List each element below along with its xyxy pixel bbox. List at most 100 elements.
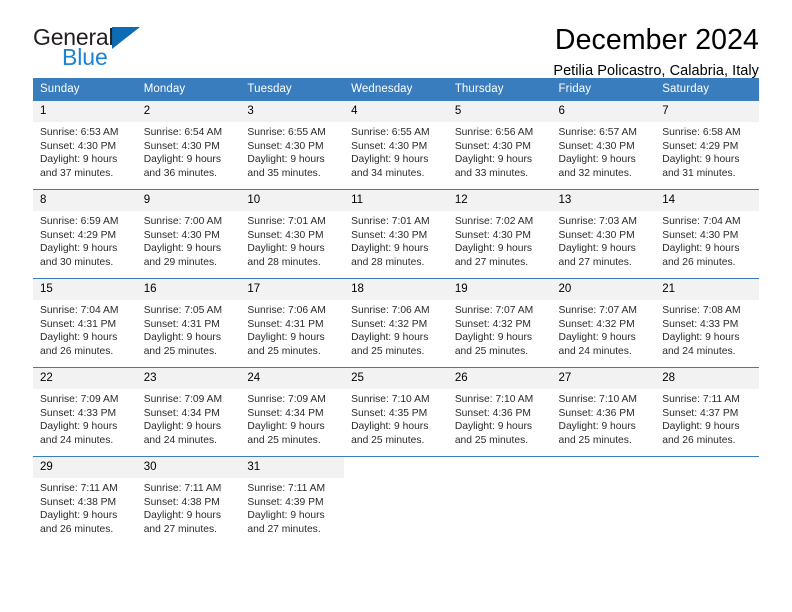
table-row: 22 Sunrise: 7:09 AM Sunset: 4:33 PM Dayli… [33,367,759,457]
day-number: 15 [33,279,137,300]
sunrise-sunset-calendar-table: Sunday Monday Tuesday Wednesday Thursday… [33,78,759,546]
day-number: 14 [655,190,759,211]
day-sun-info: Sunrise: 7:10 AM Sunset: 4:36 PM Dayligh… [558,394,637,446]
day-cell[interactable]: 21 Sunrise: 7:08 AM Sunset: 4:33 PM Dayli… [655,278,759,368]
day-cell[interactable]: 11 Sunrise: 7:01 AM Sunset: 4:30 PM Dayli… [344,189,448,279]
day-cell[interactable]: 9 Sunrise: 7:00 AM Sunset: 4:30 PM Daylig… [136,189,241,279]
day-cell[interactable]: 23 Sunrise: 7:09 AM Sunset: 4:34 PM Dayli… [136,367,241,457]
calendar-header-row: Sunday Monday Tuesday Wednesday Thursday… [33,78,759,101]
day-cell[interactable]: 19 Sunrise: 7:07 AM Sunset: 4:32 PM Dayli… [447,278,552,368]
day-sun-info: Sunrise: 7:06 AM Sunset: 4:32 PM Dayligh… [351,305,430,357]
day-number: 13 [551,190,656,211]
day-number: 16 [136,279,241,300]
day-cell[interactable]: 30 Sunrise: 7:11 AM Sunset: 4:38 PM Dayli… [136,456,241,546]
day-number: 30 [136,457,241,478]
day-cell[interactable]: 14 Sunrise: 7:04 AM Sunset: 4:30 PM Dayli… [655,189,759,279]
day-number: 28 [655,368,759,389]
day-cell[interactable]: 6 Sunrise: 6:57 AM Sunset: 4:30 PM Daylig… [551,100,656,190]
weekday-header-thursday: Thursday [447,78,552,101]
day-number [655,457,759,478]
day-number: 10 [240,190,345,211]
day-cell[interactable]: 12 Sunrise: 7:02 AM Sunset: 4:30 PM Dayli… [447,189,552,279]
day-number: 12 [447,190,552,211]
day-sun-info: Sunrise: 7:10 AM Sunset: 4:36 PM Dayligh… [454,394,534,446]
day-cell[interactable]: 31 Sunrise: 7:11 AM Sunset: 4:39 PM Dayli… [240,456,345,546]
day-sun-info: Sunrise: 6:54 AM Sunset: 4:30 PM Dayligh… [143,127,223,179]
day-number: 19 [447,279,552,300]
day-number: 24 [240,368,345,389]
day-cell[interactable]: 8 Sunrise: 6:59 AM Sunset: 4:29 PM Daylig… [33,189,137,279]
day-number: 4 [344,101,448,122]
day-cell[interactable]: 13 Sunrise: 7:03 AM Sunset: 4:30 PM Dayli… [551,189,656,279]
logo-flag-icon [112,27,141,49]
day-number: 9 [136,190,241,211]
calendar-page: General Blue December 2024 Petilia Polic… [0,0,792,612]
day-sun-info: Sunrise: 7:11 AM Sunset: 4:39 PM Dayligh… [247,483,326,535]
day-cell[interactable]: 3 Sunrise: 6:55 AM Sunset: 4:30 PM Daylig… [240,100,345,190]
day-cell[interactable]: 24 Sunrise: 7:09 AM Sunset: 4:34 PM Dayli… [240,367,345,457]
day-sun-info: Sunrise: 7:11 AM Sunset: 4:37 PM Dayligh… [662,394,740,446]
day-cell[interactable]: 18 Sunrise: 7:06 AM Sunset: 4:32 PM Dayli… [344,278,448,368]
page-title: December 2024 [554,24,759,56]
day-sun-info: Sunrise: 7:05 AM Sunset: 4:31 PM Dayligh… [143,305,223,357]
day-sun-info: Sunrise: 7:10 AM Sunset: 4:35 PM Dayligh… [351,394,430,446]
table-row: Sunday Monday Tuesday Wednesday Thursday… [33,78,759,101]
day-sun-info: Sunrise: 7:07 AM Sunset: 4:32 PM Dayligh… [558,305,637,357]
day-cell[interactable]: 2 Sunrise: 6:54 AM Sunset: 4:30 PM Daylig… [136,100,241,190]
table-row: 8 Sunrise: 6:59 AM Sunset: 4:29 PM Daylig… [33,189,759,279]
day-cell[interactable]: 29 Sunrise: 7:11 AM Sunset: 4:38 PM Dayli… [33,456,137,546]
day-sun-info: Sunrise: 7:07 AM Sunset: 4:32 PM Dayligh… [454,305,534,357]
weekday-header-tuesday: Tuesday [240,78,345,101]
table-row: 1 Sunrise: 6:53 AM Sunset: 4:30 PM Daylig… [33,100,759,190]
table-row: 15 Sunrise: 7:04 AM Sunset: 4:31 PM Dayli… [33,278,759,368]
day-cell[interactable]: 4 Sunrise: 6:55 AM Sunset: 4:30 PM Daylig… [344,100,448,190]
weekday-header-friday: Friday [551,78,656,101]
general-blue-logo: General Blue [33,26,141,69]
day-cell[interactable]: 22 Sunrise: 7:09 AM Sunset: 4:33 PM Dayli… [33,367,137,457]
weekday-header-saturday: Saturday [655,78,759,101]
day-cell[interactable]: 15 Sunrise: 7:04 AM Sunset: 4:31 PM Dayli… [33,278,137,368]
day-sun-info: Sunrise: 7:08 AM Sunset: 4:33 PM Dayligh… [662,305,741,357]
day-sun-info: Sunrise: 7:00 AM Sunset: 4:30 PM Dayligh… [143,216,223,268]
day-cell[interactable]: 20 Sunrise: 7:07 AM Sunset: 4:32 PM Dayli… [551,278,656,368]
day-cell[interactable]: 16 Sunrise: 7:05 AM Sunset: 4:31 PM Dayli… [136,278,241,368]
day-sun-info: Sunrise: 7:09 AM Sunset: 4:34 PM Dayligh… [143,394,223,446]
day-sun-info: Sunrise: 6:53 AM Sunset: 4:30 PM Dayligh… [40,127,119,179]
day-cell[interactable]: 5 Sunrise: 6:56 AM Sunset: 4:30 PM Daylig… [447,100,552,190]
day-sun-info: Sunrise: 6:55 AM Sunset: 4:30 PM Dayligh… [247,127,326,179]
day-sun-info: Sunrise: 7:11 AM Sunset: 4:38 PM Dayligh… [40,483,118,535]
calendar-body: 1 Sunrise: 6:53 AM Sunset: 4:30 PM Daylig… [33,100,759,546]
day-sun-info: Sunrise: 7:09 AM Sunset: 4:34 PM Dayligh… [247,394,326,446]
day-number: 23 [136,368,241,389]
weekday-header-sunday: Sunday [33,78,137,101]
day-cell[interactable]: 1 Sunrise: 6:53 AM Sunset: 4:30 PM Daylig… [33,100,137,190]
day-number: 5 [447,101,552,122]
day-cell[interactable]: 26 Sunrise: 7:10 AM Sunset: 4:36 PM Dayli… [447,367,552,457]
day-cell[interactable]: 25 Sunrise: 7:10 AM Sunset: 4:35 PM Dayli… [344,367,448,457]
day-number: 21 [655,279,759,300]
day-sun-info: Sunrise: 7:09 AM Sunset: 4:33 PM Dayligh… [40,394,119,446]
day-sun-info: Sunrise: 7:01 AM Sunset: 4:30 PM Dayligh… [351,216,430,268]
day-number: 6 [551,101,656,122]
day-number: 17 [240,279,345,300]
weekday-header-monday: Monday [136,78,241,101]
day-cell[interactable]: 7 Sunrise: 6:58 AM Sunset: 4:29 PM Daylig… [655,100,759,190]
day-sun-info: Sunrise: 7:04 AM Sunset: 4:31 PM Dayligh… [40,305,119,357]
title-block: December 2024 Petilia Policastro, Calabr… [553,24,759,79]
day-cell[interactable]: 17 Sunrise: 7:06 AM Sunset: 4:31 PM Dayli… [240,278,345,368]
day-cell[interactable]: 28 Sunrise: 7:11 AM Sunset: 4:37 PM Dayli… [655,367,759,457]
day-cell-empty [551,456,656,546]
table-row: 29 Sunrise: 7:11 AM Sunset: 4:38 PM Dayli… [33,456,759,546]
day-cell[interactable]: 10 Sunrise: 7:01 AM Sunset: 4:30 PM Dayli… [240,189,345,279]
day-number: 31 [240,457,345,478]
day-number: 22 [33,368,137,389]
day-cell-empty [655,456,759,546]
day-sun-info: Sunrise: 7:06 AM Sunset: 4:31 PM Dayligh… [247,305,326,357]
day-number: 25 [344,368,448,389]
day-cell[interactable]: 27 Sunrise: 7:10 AM Sunset: 4:36 PM Dayli… [551,367,656,457]
day-number: 8 [33,190,137,211]
day-number [552,457,656,478]
day-number: 18 [344,279,448,300]
day-sun-info: Sunrise: 7:02 AM Sunset: 4:30 PM Dayligh… [454,216,534,268]
day-number: 11 [344,190,448,211]
